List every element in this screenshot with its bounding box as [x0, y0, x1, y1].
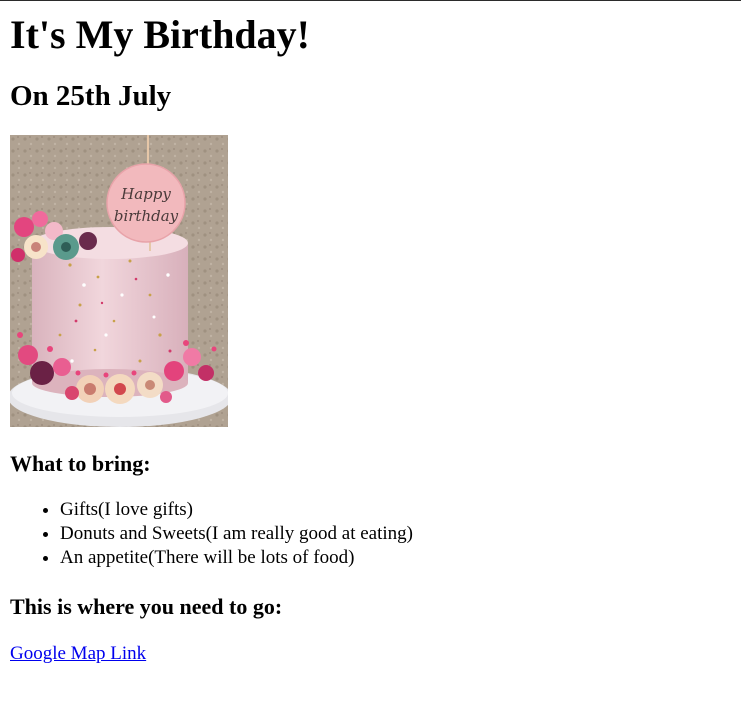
svg-text:birthday: birthday — [114, 207, 179, 225]
what-to-bring-heading: What to bring: — [10, 451, 151, 476]
page-content: It's My Birthday! On 25th July Happy bir… — [10, 12, 730, 666]
google-map-link[interactable]: Google Map Link — [10, 642, 146, 666]
list-item: Gifts(I love gifts) — [60, 498, 730, 522]
top-border — [0, 0, 741, 1]
list-item: Donuts and Sweets(I am really good at ea… — [60, 522, 730, 546]
page-subtitle: On 25th July — [10, 80, 172, 112]
page-title: It's My Birthday! — [10, 12, 310, 57]
svg-text:Happy: Happy — [120, 185, 171, 203]
location-heading: This is where you need to go: — [10, 594, 283, 619]
bring-list: Gifts(I love gifts) Donuts and Sweets(I … — [10, 498, 730, 570]
birthday-cake-image: Happy birthday — [10, 135, 228, 427]
list-item: An appetite(There will be lots of food) — [60, 546, 730, 570]
